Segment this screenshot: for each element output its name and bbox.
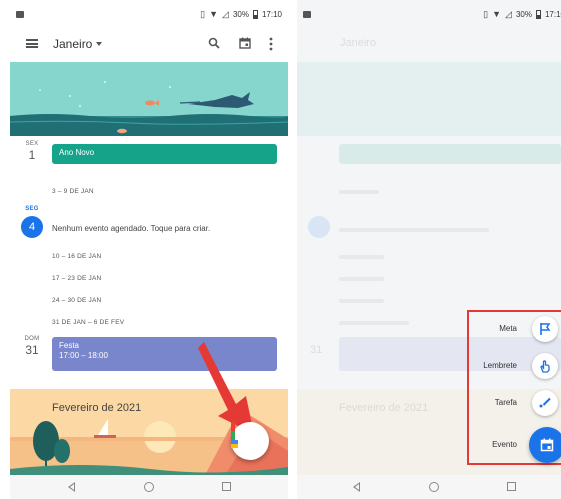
- goal-button[interactable]: [532, 316, 558, 342]
- battery-icon: [252, 9, 258, 19]
- speed-dial-label: Tarefa: [494, 398, 517, 407]
- ghost-line: [339, 255, 384, 259]
- speed-dial-tarefa[interactable]: Tarefa: [469, 388, 561, 418]
- create-event-fab[interactable]: [231, 422, 269, 460]
- search-icon[interactable]: [208, 37, 220, 49]
- reminder-button[interactable]: [532, 353, 558, 379]
- week-range: 24 – 30 DE JAN: [52, 297, 102, 304]
- back-icon[interactable]: [68, 482, 75, 492]
- clock: 17:10: [261, 9, 282, 19]
- plus-icon-part: [231, 444, 238, 448]
- recent-apps-icon[interactable]: [222, 482, 231, 491]
- speed-dial-evento[interactable]: Evento: [469, 427, 561, 463]
- event-button[interactable]: [529, 427, 561, 463]
- speed-dial-label: Evento: [492, 440, 517, 449]
- month-header-illustration: [10, 62, 288, 136]
- ghost-month-title: Janeiro: [340, 37, 377, 49]
- speed-dial-lembrete[interactable]: Lembrete: [469, 351, 561, 381]
- day-number: 31: [25, 343, 39, 357]
- system-nav-bar: [10, 475, 288, 499]
- no-events-message[interactable]: Nenhum evento agendado. Toque para criar…: [52, 224, 210, 233]
- check-icon: [539, 397, 551, 408]
- battery-percent: 30%: [232, 9, 249, 19]
- week-range: 17 – 23 DE JAN: [52, 275, 102, 282]
- day-of-week: DOM: [24, 336, 40, 342]
- speed-dial-meta[interactable]: Meta: [469, 314, 561, 344]
- ghost-line: [339, 228, 489, 232]
- today-calendar-icon[interactable]: [239, 37, 251, 49]
- week-range: 10 – 16 DE JAN: [52, 253, 102, 260]
- ghost-banner-title: Fevereiro de 2021: [339, 402, 429, 414]
- notification-icon: [16, 11, 24, 18]
- week-range: 3 – 9 DE JAN: [52, 188, 94, 195]
- day-of-week: SEX: [25, 141, 39, 147]
- signal-icon: ◿: [505, 9, 512, 19]
- clock: 17:10: [544, 9, 561, 19]
- status-bar: ▯ ▼ ◿ 30% 17:10: [297, 0, 561, 28]
- recent-apps-icon[interactable]: [507, 482, 516, 491]
- hand-icon: [540, 360, 550, 373]
- vibrate-icon: ▯: [483, 9, 489, 19]
- ocean-illustration: [10, 62, 288, 136]
- home-icon[interactable]: [429, 482, 439, 492]
- system-nav-bar: [297, 475, 561, 499]
- battery-icon: [535, 9, 541, 19]
- ghost-line: [339, 190, 379, 194]
- ghost-line: [339, 321, 409, 325]
- flag-icon: [540, 323, 551, 335]
- ghost-event: [339, 144, 561, 164]
- home-icon[interactable]: [144, 482, 154, 492]
- ghost-line: [339, 299, 384, 303]
- signal-icon: ◿: [222, 9, 229, 19]
- chevron-down-icon[interactable]: [96, 42, 102, 46]
- ghost-hero: [297, 62, 561, 136]
- hamburger-menu-icon[interactable]: [26, 39, 38, 48]
- status-bar: ▯ ▼ ◿ 30% 17:10: [10, 0, 288, 28]
- notification-icon: [303, 11, 311, 18]
- speed-dial-label: Lembrete: [483, 361, 517, 370]
- battery-percent: 30%: [515, 9, 532, 19]
- wifi-icon: ▼: [492, 9, 502, 19]
- banner-month-title: Fevereiro de 2021: [52, 402, 142, 414]
- month-selector[interactable]: Janeiro: [53, 37, 92, 51]
- plus-icon-part: [231, 431, 235, 440]
- vibrate-icon: ▯: [200, 9, 206, 19]
- back-icon[interactable]: [353, 482, 360, 492]
- ghost-today: [308, 216, 330, 238]
- ghost-line: [339, 277, 384, 281]
- day-label-seg: SEG: [20, 206, 44, 212]
- day-number: 1: [28, 148, 36, 162]
- day-label-sex: SEX 1: [20, 141, 44, 162]
- day-of-week-today: SEG: [25, 206, 39, 212]
- week-range: 31 DE JAN – 6 DE FEV: [52, 319, 125, 326]
- more-vert-icon[interactable]: [268, 37, 274, 51]
- speed-dial-label: Meta: [499, 324, 517, 333]
- day-label-dom: DOM 31: [20, 336, 44, 357]
- today-date-badge: 4: [21, 216, 43, 238]
- plus-icon: [231, 422, 235, 431]
- event-ano-novo[interactable]: Ano Novo: [52, 144, 277, 164]
- app-bar: Janeiro: [10, 30, 288, 58]
- ghost-day-number: 31: [310, 344, 323, 356]
- screenshot-stage: ▯ ▼ ◿ 30% 17:10 Janeiro SEX 1 Ano Novo 3…: [0, 0, 561, 499]
- wifi-icon: ▼: [209, 9, 219, 19]
- speed-dial-menu: Meta Lembrete Tarefa Evento: [467, 310, 561, 465]
- task-button[interactable]: [532, 390, 558, 416]
- calendar-icon: [540, 438, 554, 452]
